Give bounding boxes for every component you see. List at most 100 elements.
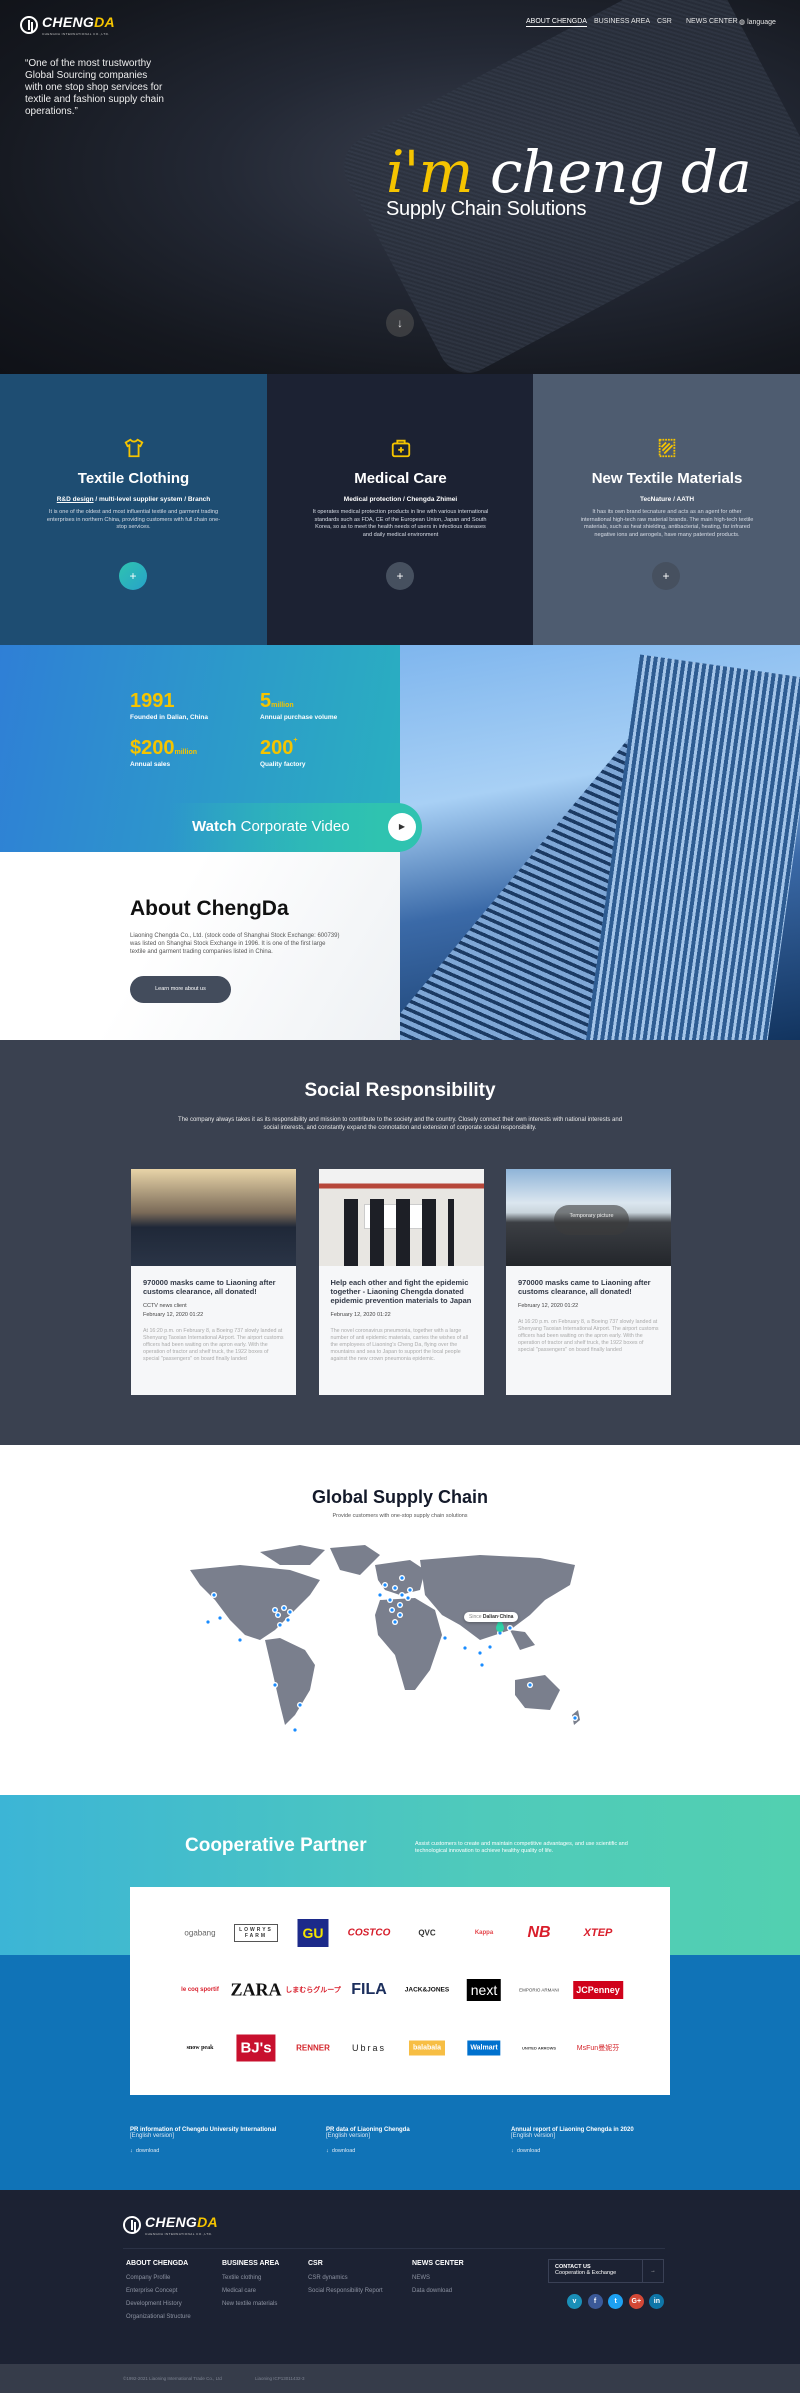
footer-link[interactable]: Textile clothing bbox=[222, 2275, 279, 2281]
download-link[interactable]: ↓ download bbox=[511, 2148, 634, 2154]
facebook-icon[interactable]: f bbox=[587, 2294, 603, 2309]
partner-logo[interactable]: next bbox=[466, 1979, 502, 2001]
supply-marker[interactable] bbox=[287, 1609, 293, 1615]
plus-icon[interactable]: + bbox=[386, 562, 414, 590]
supply-marker[interactable] bbox=[281, 1605, 287, 1611]
partner-logo[interactable]: NB bbox=[527, 1924, 550, 1942]
supply-marker[interactable] bbox=[272, 1682, 278, 1688]
partner-logo[interactable]: Kappa bbox=[475, 1930, 493, 1936]
footer-link[interactable]: NEWS bbox=[412, 2275, 464, 2281]
partner-logo[interactable]: FILA bbox=[351, 1981, 387, 1999]
language-selector[interactable]: ◍ language bbox=[739, 18, 776, 26]
supply-marker[interactable] bbox=[277, 1622, 283, 1628]
partner-logo[interactable]: しまむらグループ bbox=[285, 1985, 341, 1995]
business-desc: It is one of the oldest and most influen… bbox=[46, 509, 221, 530]
supply-marker[interactable] bbox=[211, 1592, 217, 1598]
supply-marker[interactable] bbox=[572, 1715, 578, 1721]
supply-marker[interactable] bbox=[407, 1587, 413, 1593]
news-card[interactable]: Temporary picture 970000 masks came to L… bbox=[506, 1169, 671, 1395]
footer-link[interactable]: Medical care bbox=[222, 2288, 279, 2294]
supply-marker[interactable] bbox=[237, 1637, 243, 1643]
footer-link[interactable]: Company Profile bbox=[126, 2275, 191, 2281]
google-plus-icon[interactable]: G+ bbox=[628, 2294, 644, 2309]
supply-marker[interactable] bbox=[397, 1612, 403, 1618]
footer-link[interactable]: Data download bbox=[412, 2288, 464, 2294]
supply-marker[interactable] bbox=[387, 1597, 393, 1603]
news-title[interactable]: 970000 masks came to Liaoning after cust… bbox=[143, 1278, 284, 1296]
supply-marker[interactable] bbox=[285, 1617, 291, 1623]
partner-logo[interactable]: Ubras bbox=[352, 2043, 386, 2053]
vimeo-icon[interactable]: v bbox=[567, 2294, 582, 2309]
nav-news[interactable]: NEWS CENTER bbox=[686, 18, 738, 25]
partner-logo[interactable]: EMPORIO ARMANI bbox=[519, 1988, 559, 1993]
supply-marker[interactable] bbox=[377, 1592, 383, 1598]
business-subtitle: Medical protection / Chengda Zhimei bbox=[343, 496, 458, 503]
supply-marker[interactable] bbox=[297, 1702, 303, 1708]
supply-marker[interactable] bbox=[399, 1575, 405, 1581]
supply-marker[interactable] bbox=[205, 1619, 211, 1625]
news-title[interactable]: 970000 masks came to Liaoning after cust… bbox=[518, 1278, 659, 1296]
partner-logo[interactable]: balabala bbox=[408, 2040, 446, 2056]
news-card[interactable]: 970000 masks came to Liaoning after cust… bbox=[131, 1169, 296, 1395]
news-title[interactable]: Help each other and fight the epidemic t… bbox=[331, 1278, 472, 1305]
footer-link[interactable]: New textile materials bbox=[222, 2301, 279, 2307]
partner-logo[interactable]: ZARA bbox=[230, 1980, 281, 2001]
partner-logo[interactable]: XTEP bbox=[584, 1927, 613, 1939]
partner-logo[interactable]: COSTCO bbox=[348, 1928, 391, 1939]
footer-link[interactable]: CSR dynamics bbox=[308, 2275, 383, 2281]
supply-marker[interactable] bbox=[389, 1607, 395, 1613]
about-section: About ChengDa Liaoning Chengda Co., Ltd.… bbox=[0, 852, 400, 1040]
supply-marker[interactable] bbox=[217, 1615, 223, 1621]
partner-logo[interactable]: LOWRYS FARM bbox=[234, 1924, 278, 1942]
partner-logo[interactable]: MsFun曼妮芬 bbox=[577, 2043, 619, 2053]
footer-link[interactable]: Social Responsibility Report bbox=[308, 2288, 383, 2294]
partner-logo[interactable]: JACK&JONES bbox=[405, 1987, 449, 1994]
plus-icon[interactable]: + bbox=[652, 562, 680, 590]
partner-logo[interactable]: JCPenney bbox=[573, 1981, 623, 1999]
supply-marker[interactable] bbox=[487, 1644, 493, 1650]
footer-link[interactable]: Development History bbox=[126, 2301, 191, 2307]
nav-about[interactable]: ABOUT CHENGDA bbox=[526, 18, 587, 27]
supply-marker[interactable] bbox=[477, 1650, 483, 1656]
footer-link[interactable]: Organizational Structure bbox=[126, 2314, 191, 2320]
supply-marker[interactable] bbox=[479, 1662, 485, 1668]
plus-icon[interactable]: + bbox=[119, 562, 147, 590]
supply-marker[interactable] bbox=[275, 1612, 281, 1618]
supply-marker[interactable] bbox=[527, 1682, 533, 1688]
arrow-down-icon[interactable]: ↓ bbox=[386, 309, 414, 337]
supply-marker[interactable] bbox=[462, 1645, 468, 1651]
watch-video-button[interactable]: Watch Corporate Video ▶ bbox=[0, 803, 422, 852]
download-link[interactable]: ↓ download bbox=[130, 2148, 276, 2154]
supply-marker[interactable] bbox=[292, 1727, 298, 1733]
supply-marker[interactable] bbox=[382, 1582, 388, 1588]
supply-marker[interactable] bbox=[442, 1635, 448, 1641]
logo[interactable]: CHENGDA CHENGDA INTERNATIONAL CO.,LTD. bbox=[20, 14, 115, 36]
supply-marker[interactable] bbox=[392, 1585, 398, 1591]
partner-logo[interactable]: ogabang bbox=[184, 1929, 215, 1938]
news-card[interactable]: Help each other and fight the epidemic t… bbox=[318, 1169, 484, 1395]
partner-logo[interactable]: Walmart bbox=[467, 2040, 501, 2056]
supply-marker[interactable] bbox=[399, 1592, 405, 1598]
partner-logo[interactable]: QVC bbox=[418, 1929, 435, 1938]
nav-business[interactable]: BUSINESS AREA bbox=[594, 18, 650, 25]
supply-marker[interactable] bbox=[507, 1625, 513, 1631]
partner-logo[interactable]: le coq sportif bbox=[181, 1987, 219, 1993]
play-icon[interactable]: ▶ bbox=[388, 813, 416, 841]
download-link[interactable]: ↓ download bbox=[326, 2148, 410, 2154]
supply-marker[interactable] bbox=[272, 1607, 278, 1613]
supply-marker[interactable] bbox=[392, 1619, 398, 1625]
supply-marker[interactable] bbox=[397, 1602, 403, 1608]
news-excerpt: At 16:20 p.m. on February 8, a Boeing 73… bbox=[143, 1328, 284, 1362]
partner-logo[interactable]: UNITED ARROWS bbox=[522, 2046, 556, 2051]
business-subtitle-link[interactable]: R&D design bbox=[57, 496, 94, 503]
contact-us-button[interactable]: CONTACT US Cooperation & Exchange → bbox=[548, 2259, 664, 2283]
footer-link[interactable]: Enterprise Concept bbox=[126, 2288, 191, 2294]
partner-logo[interactable]: RENNER bbox=[296, 2044, 330, 2053]
partner-logo[interactable]: snow peak bbox=[187, 2045, 214, 2051]
supply-marker[interactable] bbox=[405, 1595, 411, 1601]
partner-logo[interactable]: GU bbox=[297, 1919, 329, 1947]
partner-logo[interactable]: BJ's bbox=[236, 2034, 276, 2062]
footer-logo[interactable]: CHENGDA CHENGDA INTERNATIONAL CO.,LTD. bbox=[123, 2214, 218, 2236]
learn-more-button[interactable]: Learn more about us bbox=[130, 976, 231, 1003]
nav-csr[interactable]: CSR bbox=[657, 18, 672, 25]
